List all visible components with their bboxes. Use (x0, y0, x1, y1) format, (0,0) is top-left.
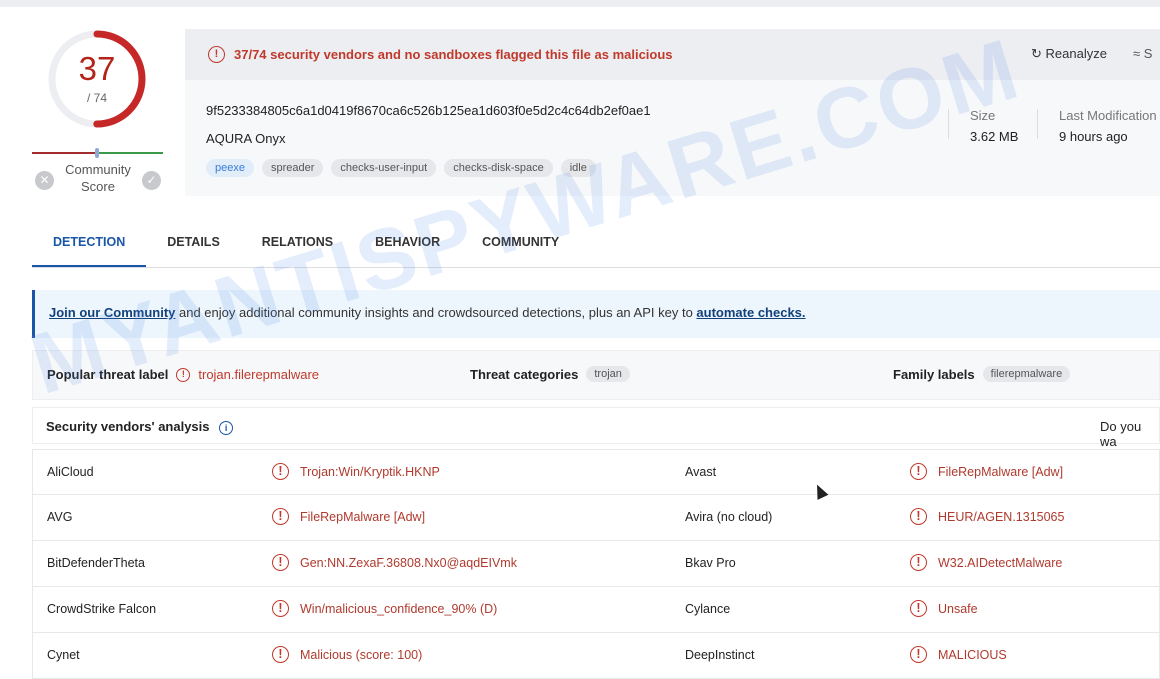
join-community-link[interactable]: Join our Community (49, 305, 175, 320)
detection-score-gauge: 37 / 74 (46, 28, 148, 130)
vendor-name: CrowdStrike Falcon (47, 602, 157, 616)
vendors-table: AliCloud ! Trojan:Win/Kryptik.HKNP Avast… (32, 449, 1160, 679)
table-row: AVG ! FileRepMalware [Adw] Avira (no clo… (32, 495, 1160, 541)
detected-count: 37 (78, 50, 116, 87)
info-icon[interactable]: i (219, 421, 234, 435)
tab-community[interactable]: COMMUNITY (461, 221, 580, 267)
detection-result: Malicious (score: 100) (300, 648, 423, 662)
detection-result: Unsafe (938, 602, 978, 616)
detection-result: Win/malicious_confidence_90% (D) (300, 602, 498, 616)
community-score-marker (95, 148, 99, 158)
vendors-header: Security vendors' analysis i Do you wa (32, 407, 1160, 449)
detection-result: FileRepMalware [Adw] (938, 465, 1064, 479)
vendor-name: Cynet (47, 648, 80, 662)
vote-harmless-icon[interactable]: ✓ (142, 171, 161, 190)
vendor-name: Avast (685, 465, 717, 479)
last-modification: Last Modification 9 hours ago (1059, 108, 1157, 144)
alert-icon: ! (910, 554, 927, 571)
threat-labels: Popular threat label! trojan.filerepmalwa… (32, 350, 1160, 400)
table-row: Cynet ! Malicious (score: 100) DeepInsti… (32, 633, 1160, 679)
alert-icon: ! (910, 508, 927, 525)
detection-banner: ! 37/74 security vendors and no sandboxe… (185, 29, 1160, 80)
alert-icon: ! (272, 508, 289, 525)
vendors-cta[interactable]: Do you wa (1100, 419, 1159, 449)
tag[interactable]: checks-user-input (331, 159, 437, 177)
vendor-name: AliCloud (47, 465, 94, 479)
vendor-name: Avira (no cloud) (685, 510, 773, 524)
vendor-name: Cylance (685, 602, 731, 616)
refresh-icon: ↻ (1031, 46, 1046, 61)
detection-result: Trojan:Win/Kryptik.HKNP (300, 465, 440, 479)
table-row: CrowdStrike Falcon ! Win/malicious_confi… (32, 587, 1160, 633)
detection-result: FileRepMalware [Adw] (300, 510, 426, 524)
file-summary-card: ! 37/74 security vendors and no sandboxe… (185, 29, 1160, 196)
community-callout: Join our Community and enjoy additional … (32, 290, 1160, 338)
tag[interactable]: checks-disk-space (444, 159, 553, 177)
detection-result: W32.AIDetectMalware (938, 556, 1063, 570)
alert-icon: ! (272, 646, 289, 663)
popular-threat-label: trojan.filerepmalware (198, 367, 320, 382)
tab-bar: DETECTION DETAILS RELATIONS BEHAVIOR COM… (32, 221, 1160, 268)
automate-checks-link[interactable]: automate checks. (696, 305, 805, 320)
file-name: AQURA Onyx (206, 131, 286, 146)
vote-malicious-icon[interactable]: ✕ (35, 171, 54, 190)
detection-result: HEUR/AGEN.1315065 (938, 510, 1065, 524)
vendors-title: Security vendors' analysis (46, 419, 210, 434)
table-row: BitDefenderTheta ! Gen:NN.ZexaF.36808.Nx… (32, 541, 1160, 587)
detection-warning: 37/74 security vendors and no sandboxes … (234, 47, 673, 62)
vendor-name: Bkav Pro (685, 556, 736, 570)
alert-icon: ! (910, 463, 927, 480)
table-row: AliCloud ! Trojan:Win/Kryptik.HKNP Avast… (32, 449, 1160, 495)
tag[interactable]: spreader (261, 159, 324, 177)
vendor-name: AVG (47, 510, 73, 524)
similar-button[interactable]: ≈ S (1133, 46, 1152, 61)
tab-relations[interactable]: RELATIONS (241, 221, 354, 267)
tag[interactable]: peexe (206, 159, 254, 177)
alert-icon: ! (272, 600, 289, 617)
total-count: / 74 (86, 91, 107, 105)
file-size: Size 3.62 MB (970, 108, 1019, 144)
tab-detection[interactable]: DETECTION (32, 221, 147, 267)
community-score-label: Community Score (65, 162, 131, 194)
tab-details[interactable]: DETAILS (146, 221, 241, 267)
reanalyze-button[interactable]: ↻ Reanalyze (1031, 46, 1107, 62)
vendor-name: DeepInstinct (685, 648, 755, 662)
file-hash[interactable]: 9f5233384805c6a1d0419f8670ca6c526b125ea1… (206, 103, 651, 118)
top-bar (0, 0, 1160, 7)
vendor-name: BitDefenderTheta (47, 556, 145, 570)
family-label[interactable]: filerepmalware (982, 366, 1071, 382)
tab-behavior[interactable]: BEHAVIOR (354, 221, 461, 267)
alert-icon: ! (208, 46, 225, 63)
threat-category[interactable]: trojan (586, 366, 630, 382)
alert-icon: ! (272, 463, 289, 480)
alert-icon: ! (910, 600, 927, 617)
alert-icon: ! (272, 554, 289, 571)
alert-icon: ! (910, 646, 927, 663)
file-tags: peexe spreader checks-user-input checks-… (206, 159, 596, 177)
divider (1037, 109, 1038, 139)
divider (948, 109, 949, 139)
detection-result: Gen:NN.ZexaF.36808.Nx0@aqdEIVmk (300, 556, 517, 570)
detection-result: MALICIOUS (938, 648, 1007, 662)
alert-icon: ! (176, 367, 191, 382)
tag[interactable]: idle (560, 159, 596, 177)
similar-icon: ≈ (1133, 46, 1144, 61)
